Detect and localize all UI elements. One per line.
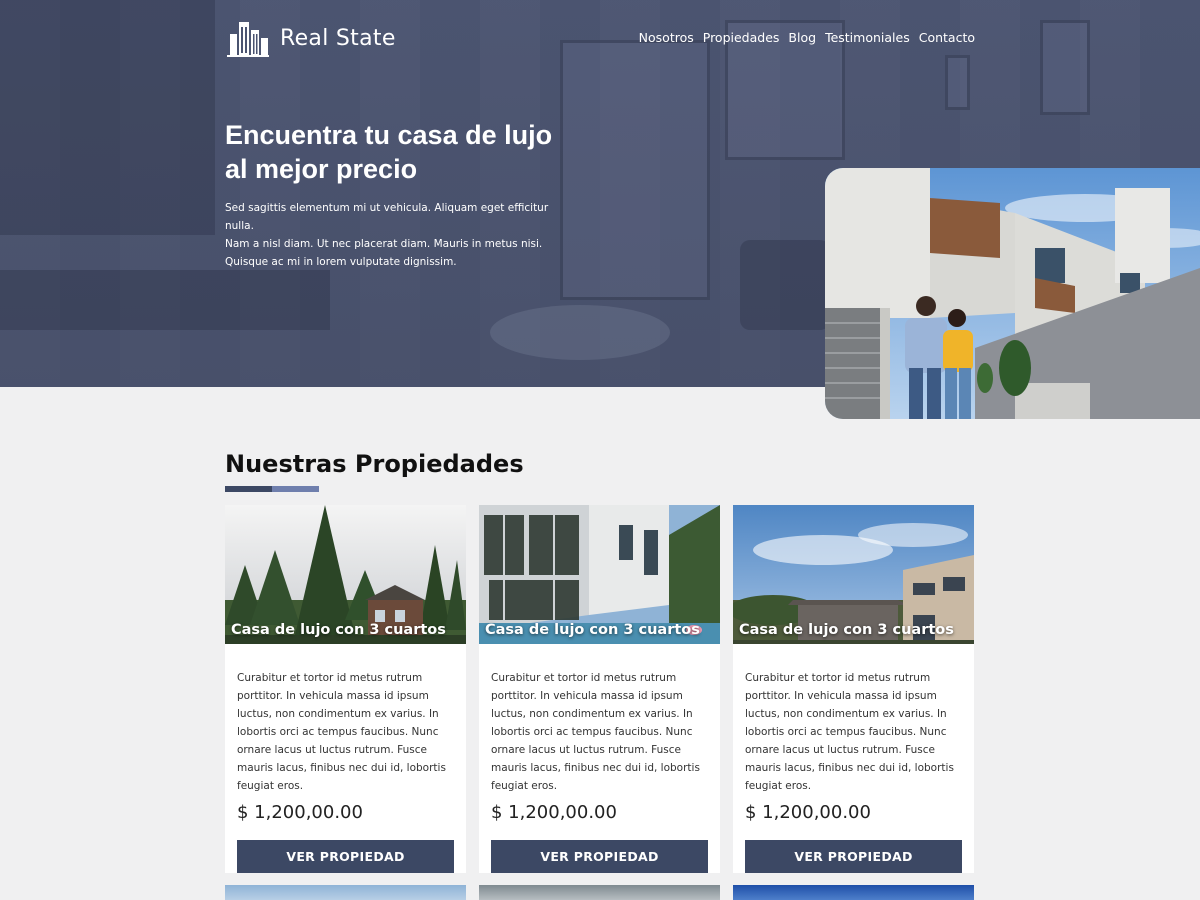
hero-title-line: al mejor precio: [225, 154, 418, 184]
nav-item-contacto[interactable]: Contacto: [919, 30, 975, 45]
hero-table: [490, 305, 670, 360]
property-image-partial[interactable]: [225, 885, 466, 900]
hero-window: [1040, 20, 1090, 115]
hero-wall-tv: [0, 0, 215, 235]
property-title: Casa de lujo con 3 cuartos: [739, 622, 954, 638]
property-card: Casa de lujo con 3 cuartos Curabitur et …: [733, 505, 974, 873]
hero-desc-line: Nam a nisl diam. Ut nec placerat diam. M…: [225, 238, 543, 250]
property-price: $ 1,200,00.00: [491, 802, 617, 823]
nav-item-testimoniales[interactable]: Testimoniales: [825, 30, 910, 45]
property-card: Casa de lujo con 3 cuartos Curabitur et …: [479, 505, 720, 873]
property-image[interactable]: Casa de lujo con 3 cuartos: [479, 505, 720, 644]
property-description: Curabitur et tortor id metus rutrum port…: [237, 672, 446, 792]
property-title: Casa de lujo con 3 cuartos: [485, 622, 700, 638]
view-property-button[interactable]: VER PROPIEDAD: [237, 840, 454, 873]
hero-desc-line: Quisque ac mi in lorem vulputate digniss…: [225, 256, 457, 268]
property-description: Curabitur et tortor id metus rutrum port…: [491, 672, 700, 792]
view-property-button[interactable]: VER PROPIEDAD: [745, 840, 962, 873]
nav-item-propiedades[interactable]: Propiedades: [703, 30, 780, 45]
property-image-partial[interactable]: [733, 885, 974, 900]
property-cards-next-row: [225, 885, 974, 900]
section-title-light: Nuestras: [225, 450, 347, 478]
property-body: Curabitur et tortor id metus rutrum port…: [479, 644, 720, 873]
view-property-button[interactable]: VER PROPIEDAD: [491, 840, 708, 873]
hero-sofa: [740, 240, 830, 330]
property-image[interactable]: Casa de lujo con 3 cuartos: [225, 505, 466, 644]
hero-console: [0, 270, 330, 330]
property-image[interactable]: Casa de lujo con 3 cuartos: [733, 505, 974, 644]
property-title: Casa de lujo con 3 cuartos: [231, 622, 446, 638]
hero-desc-line: Sed sagittis elementum mi ut vehicula. A…: [225, 202, 549, 232]
hero-title-line: Encuentra tu casa de lujo: [225, 120, 553, 150]
property-description: Curabitur et tortor id metus rutrum port…: [745, 672, 954, 792]
hero-house-image: [825, 168, 1200, 419]
brand-logo[interactable]: Real State: [226, 18, 396, 58]
property-price: $ 1,200,00.00: [237, 802, 363, 823]
nav-item-blog[interactable]: Blog: [788, 30, 816, 45]
property-cards: Casa de lujo con 3 cuartos Curabitur et …: [225, 505, 974, 873]
property-body: Curabitur et tortor id metus rutrum port…: [733, 644, 974, 873]
section-title-bold: Propiedades: [354, 450, 524, 478]
section-title-underline: [225, 486, 319, 492]
hero-description: Sed sagittis elementum mi ut vehicula. A…: [225, 199, 555, 271]
property-price: $ 1,200,00.00: [745, 802, 871, 823]
hero-title: Encuentra tu casa de lujo al mejor preci…: [225, 118, 585, 186]
property-body: Curabitur et tortor id metus rutrum port…: [225, 644, 466, 873]
property-image-partial[interactable]: [479, 885, 720, 900]
property-card: Casa de lujo con 3 cuartos Curabitur et …: [225, 505, 466, 873]
nav-item-nosotros[interactable]: Nosotros: [639, 30, 694, 45]
main-nav: Nosotros Propiedades Blog Testimoniales …: [639, 30, 975, 45]
hero-window: [945, 55, 970, 110]
building-logo-icon: [227, 22, 269, 57]
hero-house-photo: [825, 168, 1200, 419]
brand-name: Real State: [280, 25, 396, 51]
section-title: Nuestras Propiedades: [225, 450, 524, 478]
